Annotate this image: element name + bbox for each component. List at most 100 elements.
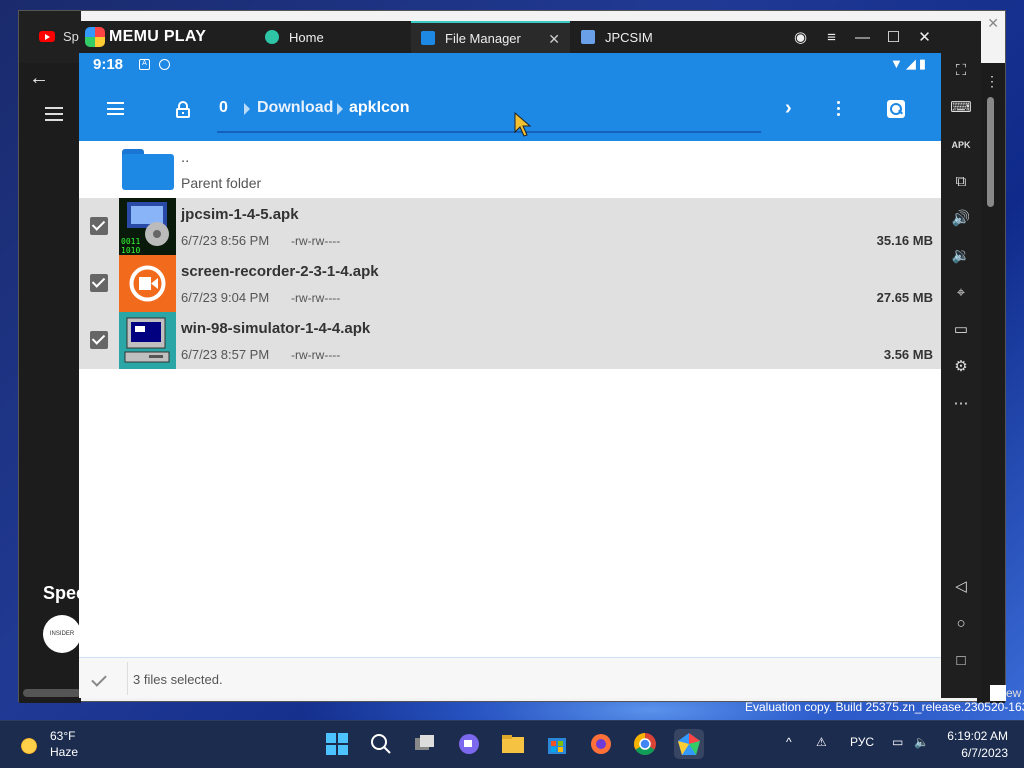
evaluation-watermark: Evaluation copy. Build 25375.zn_release.… [745, 700, 1024, 714]
file-date: 6/7/23 8:56 PM [181, 233, 270, 248]
chrome-icon[interactable] [630, 729, 660, 759]
notification-a-icon: A [139, 59, 150, 70]
mouse-cursor-icon [514, 112, 532, 137]
vertical-scrollbar[interactable] [987, 97, 994, 207]
volume-down-icon[interactable]: 🔉 [949, 244, 973, 268]
background-right-label: ew [1006, 686, 1022, 700]
chevron-right-icon[interactable]: › [785, 97, 792, 120]
horizontal-scrollbar[interactable] [23, 689, 81, 697]
minimize-icon[interactable]: — [847, 29, 878, 46]
recents-nav-icon[interactable]: □ [949, 649, 973, 673]
search-icon[interactable] [887, 100, 905, 118]
chat-icon[interactable] [454, 729, 484, 759]
file-checkbox[interactable] [90, 217, 108, 235]
more-icon[interactable]: ⋯ [949, 392, 973, 416]
weather-condition: Haze [50, 745, 79, 759]
folder-icon[interactable]: ▭ [949, 318, 973, 342]
tab-jpcsim[interactable]: JPCSIM [571, 21, 725, 53]
back-nav-icon[interactable]: ◁ [949, 575, 973, 599]
overflow-menu-icon[interactable] [837, 101, 841, 117]
tab-jpcsim-label: JPCSIM [605, 29, 653, 45]
browser-more-icon[interactable]: ⋮ [985, 73, 999, 90]
language-indicator[interactable]: РУС [850, 735, 874, 749]
close-icon[interactable]: ✕ [909, 28, 940, 46]
breadcrumb-root[interactable]: 0 [219, 99, 228, 117]
volume-up-icon[interactable]: 🔊 [949, 207, 973, 231]
breadcrumb-download[interactable]: Download [257, 99, 333, 117]
breadcrumb-apkicon[interactable]: apkIcon [349, 99, 409, 117]
status-time: 9:18 [93, 56, 124, 73]
browser-close-icon[interactable]: ✕ [987, 15, 999, 32]
home-nav-icon[interactable]: ○ [949, 612, 973, 636]
file-checkbox[interactable] [90, 331, 108, 349]
drawer-menu-icon[interactable] [107, 102, 124, 115]
windows-taskbar: 63°F Haze ^ ⚠ РУС ▭ 🔈 6:19:02 AM 6/7/202… [0, 720, 1024, 768]
firefox-icon[interactable] [586, 729, 616, 759]
search-taskbar-icon[interactable] [366, 729, 396, 759]
show-hidden-icons-icon[interactable]: ^ [786, 735, 792, 749]
account-icon[interactable]: ◉ [785, 28, 816, 46]
fullscreen-icon[interactable]: ⛶ [949, 59, 973, 83]
file-manager-tab-icon [421, 31, 435, 45]
breadcrumb-scroll-indicator [217, 131, 761, 133]
tab-file-manager-label: File Manager [445, 30, 521, 46]
parent-folder-label: Parent folder [181, 175, 262, 191]
list-item[interactable]: screen-recorder-2-3-1-4.apk 6/7/23 9:04 … [79, 255, 941, 312]
tab-file-manager[interactable]: File Manager ✕ [411, 21, 570, 53]
clock-date: 6/7/2023 [961, 746, 1008, 760]
close-tab-icon[interactable]: ✕ [548, 31, 560, 48]
screen-recorder-app-icon [119, 255, 176, 312]
jpcsim-tab-icon [581, 30, 595, 44]
selection-status: 3 files selected. [133, 672, 223, 687]
file-size: 3.56 MB [883, 347, 933, 362]
clock[interactable]: 6:19:02 AM 6/7/2023 [947, 728, 1008, 762]
youtube-icon [39, 31, 55, 42]
browser-right-strip: ⋮ [977, 63, 1005, 703]
browser-back-icon[interactable]: ← [29, 67, 49, 90]
shield-icon [159, 59, 170, 70]
file-size: 27.65 MB [876, 290, 933, 305]
tab-home-label: Home [289, 29, 324, 45]
parent-folder-name: .. [181, 149, 190, 166]
file-list: .. Parent folder 0011 1010 jpcsim-1-4-5.a… [79, 141, 941, 657]
folder-icon [122, 149, 174, 191]
white-square [990, 685, 1006, 701]
sun-icon [18, 735, 40, 757]
file-explorer-icon[interactable] [498, 729, 528, 759]
task-view-icon[interactable] [410, 729, 440, 759]
file-checkbox[interactable] [90, 274, 108, 292]
select-check-icon[interactable] [91, 671, 107, 687]
file-date: 6/7/23 8:57 PM [181, 347, 270, 362]
file-date: 6/7/23 9:04 PM [181, 290, 270, 305]
list-item[interactable]: 0011 1010 jpcsim-1-4-5.apk 6/7/23 8:56 PM… [79, 198, 941, 255]
memu-taskbar-icon[interactable] [674, 729, 704, 759]
settings-icon[interactable]: ⚙ [949, 355, 973, 379]
file-name: jpcsim-1-4-5.apk [181, 206, 299, 223]
file-manager-toolbar: 0 Download apkIcon › [79, 77, 941, 141]
keyboard-icon[interactable]: ⌨ [949, 96, 973, 120]
speaker-icon[interactable]: 🔈 [914, 735, 929, 749]
emulator-tab-bar: MEMU PLAY Home File Manager ✕ JPCSIM ◉ ≡… [79, 21, 981, 53]
parent-folder-row[interactable]: .. Parent folder [79, 141, 941, 198]
emulator-sidebar: ⛶ ⌨ APK ⧉ 🔊 🔉 ⌖ ▭ ⚙ ⋯ ◁ ○ □ [941, 21, 981, 698]
file-name: screen-recorder-2-3-1-4.apk [181, 263, 379, 280]
network-icon[interactable]: ⚠ [816, 735, 827, 749]
maximize-icon[interactable]: ☐ [878, 28, 909, 46]
start-icon[interactable] [322, 729, 352, 759]
store-icon[interactable] [542, 729, 572, 759]
insider-avatar[interactable]: INSIDER [43, 615, 81, 653]
file-permissions: -rw-rw---- [291, 348, 341, 362]
lock-icon[interactable] [176, 101, 190, 118]
svg-text:0011: 0011 [121, 237, 140, 246]
footer-divider [127, 662, 128, 695]
list-item[interactable]: win-98-simulator-1-4-4.apk 6/7/23 8:57 P… [79, 312, 941, 369]
browser-menu-icon[interactable] [45, 107, 63, 121]
apk-icon[interactable]: APK [949, 133, 973, 157]
tab-home[interactable]: Home [255, 21, 409, 53]
location-icon[interactable]: ⌖ [949, 281, 973, 305]
youtube-tab[interactable]: Spe [19, 11, 86, 63]
weather-temp: 63°F [50, 729, 76, 743]
display-icon[interactable]: ▭ [892, 735, 903, 749]
menu-icon[interactable]: ≡ [816, 29, 847, 46]
add-window-icon[interactable]: ⧉ [949, 170, 973, 194]
